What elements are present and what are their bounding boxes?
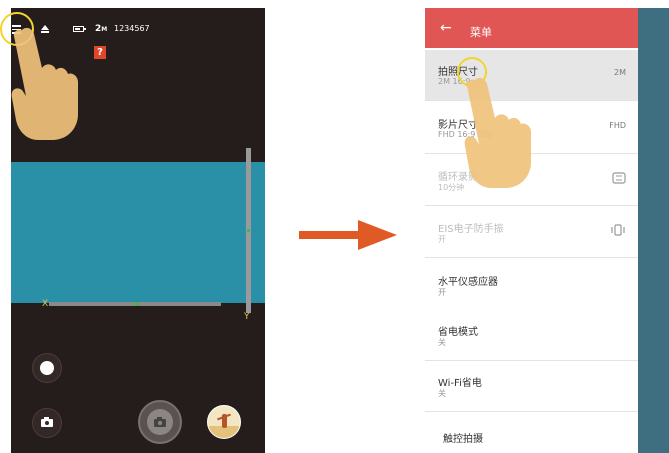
tutorial-illustration: 2M 1234567 ? Y X ← 菜单 拍照尺寸 2M 16:9 2M 影片… — [0, 0, 669, 453]
help-badge[interactable]: ? — [94, 46, 106, 59]
back-arrow-icon[interactable]: ← — [440, 21, 452, 35]
level-y-mark: Y — [244, 312, 250, 322]
circle-icon — [40, 361, 54, 375]
menu-item-wifi-power-saving[interactable]: Wi-Fi省电 关 — [425, 361, 638, 412]
photo-resolution-indicator: 2M — [95, 24, 108, 34]
camera-icon — [154, 417, 166, 427]
gallery-thumbnail[interactable] — [207, 405, 241, 439]
arrow-shaft — [299, 231, 363, 239]
eis-icon — [611, 224, 625, 236]
settings-header: ← 菜单 — [425, 8, 638, 48]
pointing-hand-icon — [11, 27, 78, 141]
menu-item-power-saving[interactable]: 省电模式 关 — [425, 310, 638, 361]
device-id: 1234567 — [114, 24, 150, 33]
settings-title: 菜单 — [470, 26, 492, 39]
level-x-mark: X — [42, 299, 49, 309]
horizontal-level-dot — [135, 302, 139, 306]
vertical-level-dot — [247, 229, 250, 232]
live-preview — [11, 162, 265, 303]
menu-item-level-sensor[interactable]: 水平仪感应器 开 — [425, 260, 638, 311]
timelapse-button[interactable] — [32, 353, 62, 383]
menu-item-touch-capture[interactable]: 触控拍摄 — [425, 412, 638, 453]
photo-size-icon: 2M — [614, 68, 626, 77]
camera-icon — [41, 417, 53, 427]
loop-icon — [612, 172, 626, 184]
video-size-icon: FHD — [609, 121, 626, 130]
menu-item-eis[interactable]: EIS电子防手振 开 — [425, 207, 638, 258]
pointing-hand-icon — [464, 77, 531, 188]
arrow-right-icon — [358, 220, 397, 250]
shutter-button[interactable] — [138, 400, 182, 444]
camera-mode-button[interactable] — [32, 408, 62, 438]
